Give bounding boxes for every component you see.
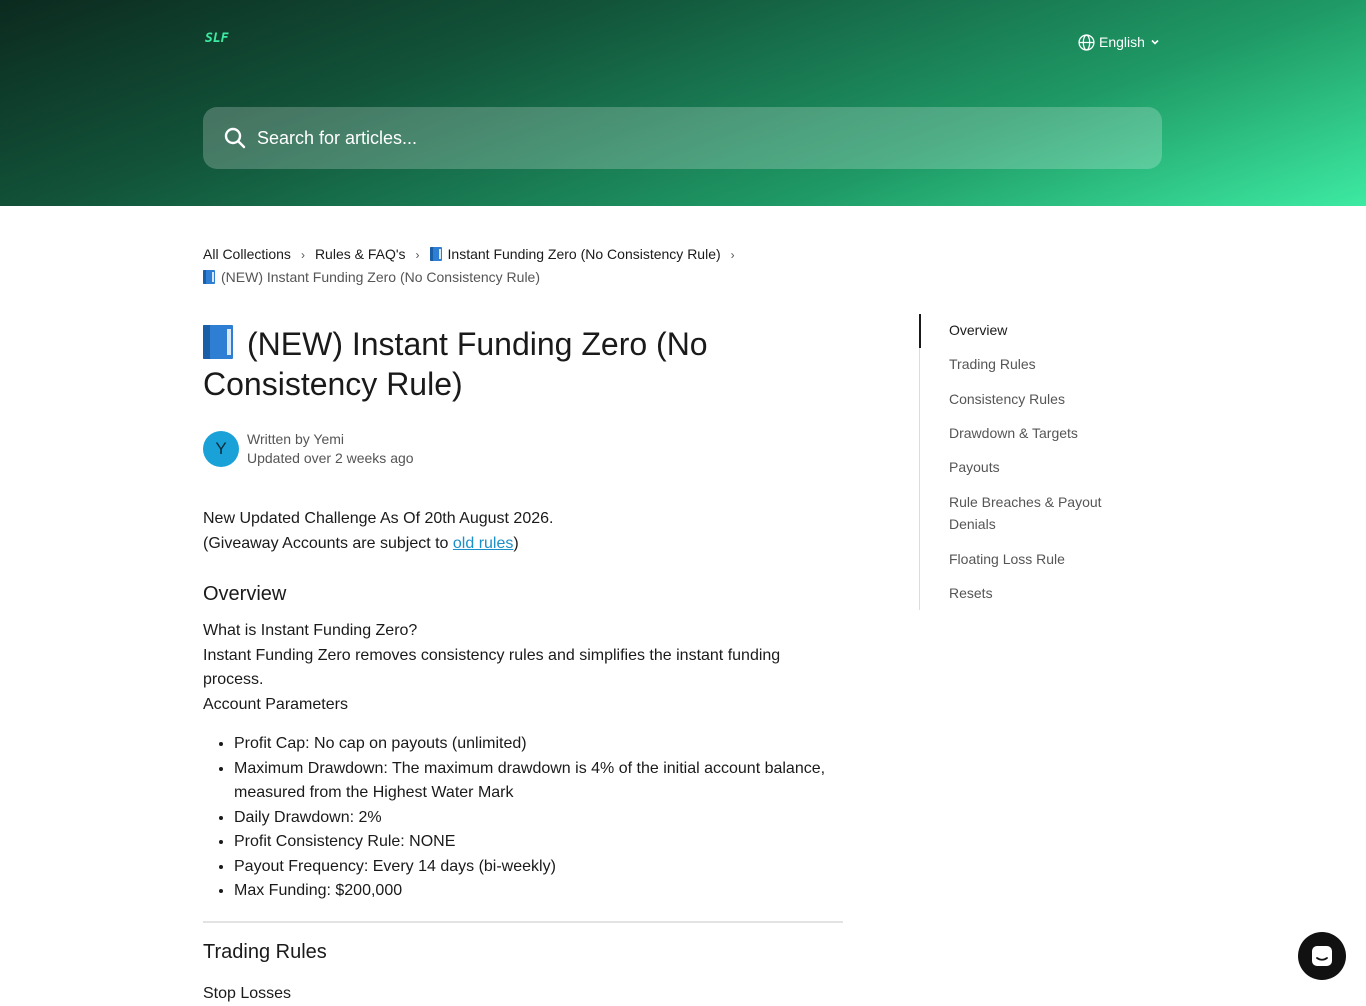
blue-book-icon xyxy=(203,270,215,284)
written-by: Written by Yemi xyxy=(247,430,414,449)
search-bar[interactable] xyxy=(203,107,1162,169)
toc-item-trading-rules[interactable]: Trading Rules xyxy=(949,353,1119,375)
toc-active-indicator xyxy=(919,314,921,348)
chat-launcher-button[interactable] xyxy=(1298,932,1346,980)
toc-item-drawdown-targets[interactable]: Drawdown & Targets xyxy=(949,422,1119,444)
toc-item-rule-breaches[interactable]: Rule Breaches & Payout Denials xyxy=(949,491,1119,535)
params-heading: Account Parameters xyxy=(203,693,843,718)
overview-answer: Instant Funding Zero removes consistency… xyxy=(203,644,843,693)
list-item: Max Funding: $200,000 xyxy=(234,879,843,904)
stop-losses-heading: Stop Losses xyxy=(203,982,843,1006)
toc-item-payouts[interactable]: Payouts xyxy=(949,456,1119,478)
search-input[interactable] xyxy=(255,127,1162,150)
params-list: Profit Cap: No cap on payouts (unlimited… xyxy=(203,732,843,904)
breadcrumb-current-label: (NEW) Instant Funding Zero (No Consisten… xyxy=(221,269,540,285)
list-item: Daily Drawdown: 2% xyxy=(234,806,843,831)
logo[interactable]: SLF xyxy=(205,31,228,46)
language-label: English xyxy=(1099,34,1145,50)
toc-item-overview[interactable]: Overview xyxy=(949,319,1119,341)
chevron-right-icon: › xyxy=(291,244,315,266)
chevron-right-icon: › xyxy=(406,244,430,266)
list-item: Profit Consistency Rule: NONE xyxy=(234,830,843,855)
toc-item-consistency-rules[interactable]: Consistency Rules xyxy=(949,388,1119,410)
breadcrumb-all-collections[interactable]: All Collections xyxy=(203,246,291,262)
list-item: Payout Frequency: Every 14 days (bi-week… xyxy=(234,855,843,880)
breadcrumb-instant-funding-zero[interactable]: Instant Funding Zero (No Consistency Rul… xyxy=(430,246,721,262)
breadcrumb-label: Instant Funding Zero (No Consistency Rul… xyxy=(448,246,721,262)
giveaway-suffix: ) xyxy=(513,535,518,552)
breadcrumb: All Collections›Rules & FAQ's›Instant Fu… xyxy=(203,243,763,288)
language-selector[interactable]: English xyxy=(1078,32,1161,52)
giveaway-prefix: (Giveaway Accounts are subject to xyxy=(203,535,453,552)
giveaway-note: (Giveaway Accounts are subject to old ru… xyxy=(203,532,843,557)
avatar: Y xyxy=(203,431,239,467)
table-of-contents: Overview Trading Rules Consistency Rules… xyxy=(919,314,1120,610)
breadcrumb-current: (NEW) Instant Funding Zero (No Consisten… xyxy=(203,269,540,285)
old-rules-link[interactable]: old rules xyxy=(453,535,513,552)
page-title: (NEW) Instant Funding Zero (No Consisten… xyxy=(203,324,843,404)
toc-item-resets[interactable]: Resets xyxy=(949,582,1119,604)
article-body: New Updated Challenge As Of 20th August … xyxy=(203,507,843,1006)
page-title-text: (NEW) Instant Funding Zero (No Consisten… xyxy=(203,326,708,402)
intro-line: New Updated Challenge As Of 20th August … xyxy=(203,507,843,532)
divider xyxy=(203,921,843,923)
author-info: Y Written by Yemi Updated over 2 weeks a… xyxy=(203,430,414,468)
overview-question: What is Instant Funding Zero? xyxy=(203,619,843,644)
header-banner: SLF English xyxy=(0,0,1366,206)
chat-icon xyxy=(1310,944,1334,968)
search-icon xyxy=(223,126,247,150)
blue-book-icon xyxy=(203,325,233,359)
globe-icon xyxy=(1078,34,1095,51)
trading-rules-heading: Trading Rules xyxy=(203,939,843,965)
chevron-down-icon xyxy=(1149,36,1161,48)
updated-time: Updated over 2 weeks ago xyxy=(247,449,414,468)
overview-heading: Overview xyxy=(203,581,843,607)
toc-item-floating-loss[interactable]: Floating Loss Rule xyxy=(949,548,1119,570)
blue-book-icon xyxy=(430,247,442,261)
chevron-right-icon: › xyxy=(721,244,745,266)
list-item: Profit Cap: No cap on payouts (unlimited… xyxy=(234,732,843,757)
list-item: Maximum Drawdown: The maximum drawdown i… xyxy=(234,757,843,806)
breadcrumb-rules-faqs[interactable]: Rules & FAQ's xyxy=(315,246,406,262)
